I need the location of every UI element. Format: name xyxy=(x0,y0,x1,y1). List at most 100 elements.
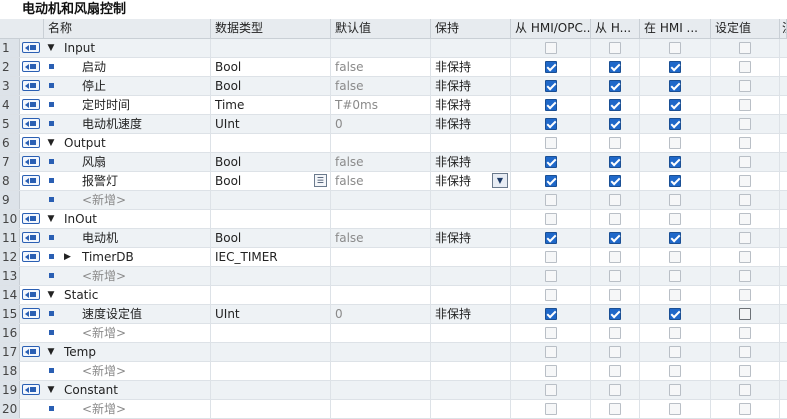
type-cell[interactable] xyxy=(211,210,331,228)
hmi-opc-checkbox[interactable] xyxy=(544,41,557,54)
hmi-opc-checkbox[interactable] xyxy=(544,364,557,377)
type-cell[interactable]: Time xyxy=(211,96,331,114)
row-number[interactable]: 2 xyxy=(0,58,20,76)
setpoint-checkbox[interactable] xyxy=(739,79,751,92)
name-cell[interactable]: <新增> xyxy=(60,191,211,209)
hmi-h-checkbox[interactable] xyxy=(609,41,621,54)
default-cell[interactable]: 0 xyxy=(331,305,431,323)
comment-cell[interactable] xyxy=(780,191,787,209)
triangle-down-icon[interactable]: ▼ xyxy=(44,39,58,57)
row-number[interactable]: 12 xyxy=(0,248,20,266)
retain-cell[interactable]: 非保持 xyxy=(431,229,511,247)
default-cell[interactable] xyxy=(331,210,431,228)
type-cell[interactable]: IEC_TIMER xyxy=(211,248,331,266)
in-hmi-checkbox[interactable] xyxy=(669,402,681,415)
type-cell[interactable] xyxy=(211,134,331,152)
table-row[interactable]: 14 ▼ Static xyxy=(0,286,787,305)
name-cell[interactable]: 启动 xyxy=(60,58,211,76)
default-cell[interactable]: false xyxy=(331,229,431,247)
type-cell[interactable] xyxy=(211,400,331,418)
hmi-opc-checkbox[interactable] xyxy=(544,402,557,415)
setpoint-checkbox[interactable] xyxy=(739,326,751,339)
in-hmi-checkbox[interactable] xyxy=(669,193,681,206)
setpoint-checkbox[interactable] xyxy=(739,136,751,149)
name-cell[interactable]: <新增> xyxy=(60,400,211,418)
triangle-down-icon[interactable]: ▼ xyxy=(44,134,58,152)
default-cell[interactable]: false xyxy=(331,172,431,190)
table-row[interactable]: 2 启动 Bool false 非保持 xyxy=(0,58,787,77)
in-hmi-checkbox[interactable] xyxy=(669,79,681,92)
retain-cell[interactable]: 非保持 xyxy=(431,96,511,114)
hmi-opc-checkbox[interactable] xyxy=(544,231,557,244)
in-hmi-checkbox[interactable] xyxy=(669,364,681,377)
default-cell[interactable] xyxy=(331,343,431,361)
setpoint-checkbox[interactable] xyxy=(739,250,751,263)
hmi-h-checkbox[interactable] xyxy=(609,98,621,111)
in-hmi-checkbox[interactable] xyxy=(669,307,681,320)
row-number[interactable]: 16 xyxy=(0,324,20,342)
retain-cell[interactable] xyxy=(431,343,511,361)
default-cell[interactable] xyxy=(331,267,431,285)
setpoint-checkbox[interactable] xyxy=(739,117,751,130)
default-cell[interactable] xyxy=(331,248,431,266)
comment-cell[interactable] xyxy=(780,362,787,380)
retain-cell[interactable] xyxy=(431,39,511,57)
in-hmi-checkbox[interactable] xyxy=(669,60,681,73)
setpoint-checkbox[interactable] xyxy=(739,193,751,206)
type-cell[interactable] xyxy=(211,267,331,285)
hmi-h-checkbox[interactable] xyxy=(609,307,621,320)
type-cell[interactable]: Bool xyxy=(211,58,331,76)
in-hmi-checkbox[interactable] xyxy=(669,98,681,111)
comment-cell[interactable] xyxy=(780,134,787,152)
name-cell[interactable]: Temp xyxy=(60,343,211,361)
table-row[interactable]: 20 <新增> xyxy=(0,400,787,419)
setpoint-checkbox[interactable] xyxy=(739,155,751,168)
in-hmi-checkbox[interactable] xyxy=(669,212,681,225)
default-cell[interactable]: T#0ms xyxy=(331,96,431,114)
in-hmi-checkbox[interactable] xyxy=(669,288,681,301)
in-hmi-checkbox[interactable] xyxy=(669,326,681,339)
setpoint-checkbox[interactable] xyxy=(739,269,751,282)
name-cell[interactable]: Output xyxy=(60,134,211,152)
type-cell[interactable]: Bool xyxy=(211,229,331,247)
in-hmi-checkbox[interactable] xyxy=(669,250,681,263)
retain-cell[interactable] xyxy=(431,267,511,285)
hmi-h-checkbox[interactable] xyxy=(609,326,621,339)
hmi-opc-checkbox[interactable] xyxy=(544,117,557,130)
header-setpoint[interactable]: 设定值 xyxy=(711,19,780,38)
type-cell[interactable] xyxy=(211,39,331,57)
setpoint-checkbox[interactable] xyxy=(739,60,751,73)
hmi-h-checkbox[interactable] xyxy=(609,155,621,168)
type-browse-icon[interactable]: ☰ xyxy=(314,174,327,187)
default-cell[interactable] xyxy=(331,362,431,380)
name-cell[interactable]: InOut xyxy=(60,210,211,228)
comment-cell[interactable] xyxy=(780,324,787,342)
hmi-opc-checkbox[interactable] xyxy=(544,79,557,92)
in-hmi-checkbox[interactable] xyxy=(669,345,681,358)
table-row[interactable]: 8 报警灯 Bool ☰ false 非保持 ▼ xyxy=(0,172,787,191)
retain-cell[interactable]: 非保持 xyxy=(431,58,511,76)
hmi-opc-checkbox[interactable] xyxy=(544,212,557,225)
hmi-h-checkbox[interactable] xyxy=(609,269,621,282)
row-number[interactable]: 15 xyxy=(0,305,20,323)
name-cell[interactable]: 停止 xyxy=(60,77,211,95)
default-cell[interactable] xyxy=(331,400,431,418)
setpoint-checkbox[interactable] xyxy=(739,345,751,358)
hmi-h-checkbox[interactable] xyxy=(609,402,621,415)
setpoint-checkbox[interactable] xyxy=(739,402,751,415)
retain-cell[interactable] xyxy=(431,400,511,418)
table-row[interactable]: 3 停止 Bool false 非保持 xyxy=(0,77,787,96)
hmi-h-checkbox[interactable] xyxy=(609,60,621,73)
table-row[interactable]: 12 ▶ TimerDB IEC_TIMER xyxy=(0,248,787,267)
name-cell[interactable]: 电动机速度 xyxy=(60,115,211,133)
retain-cell[interactable] xyxy=(431,134,511,152)
table-row[interactable]: 1 ▼ Input xyxy=(0,39,787,58)
default-cell[interactable] xyxy=(331,286,431,304)
header-comment[interactable]: 注 xyxy=(780,19,787,38)
setpoint-checkbox[interactable] xyxy=(739,364,751,377)
row-number[interactable]: 20 xyxy=(0,400,20,418)
default-cell[interactable]: 0 xyxy=(331,115,431,133)
row-number[interactable]: 9 xyxy=(0,191,20,209)
name-cell[interactable]: <新增> xyxy=(60,324,211,342)
type-cell[interactable]: Bool xyxy=(211,77,331,95)
